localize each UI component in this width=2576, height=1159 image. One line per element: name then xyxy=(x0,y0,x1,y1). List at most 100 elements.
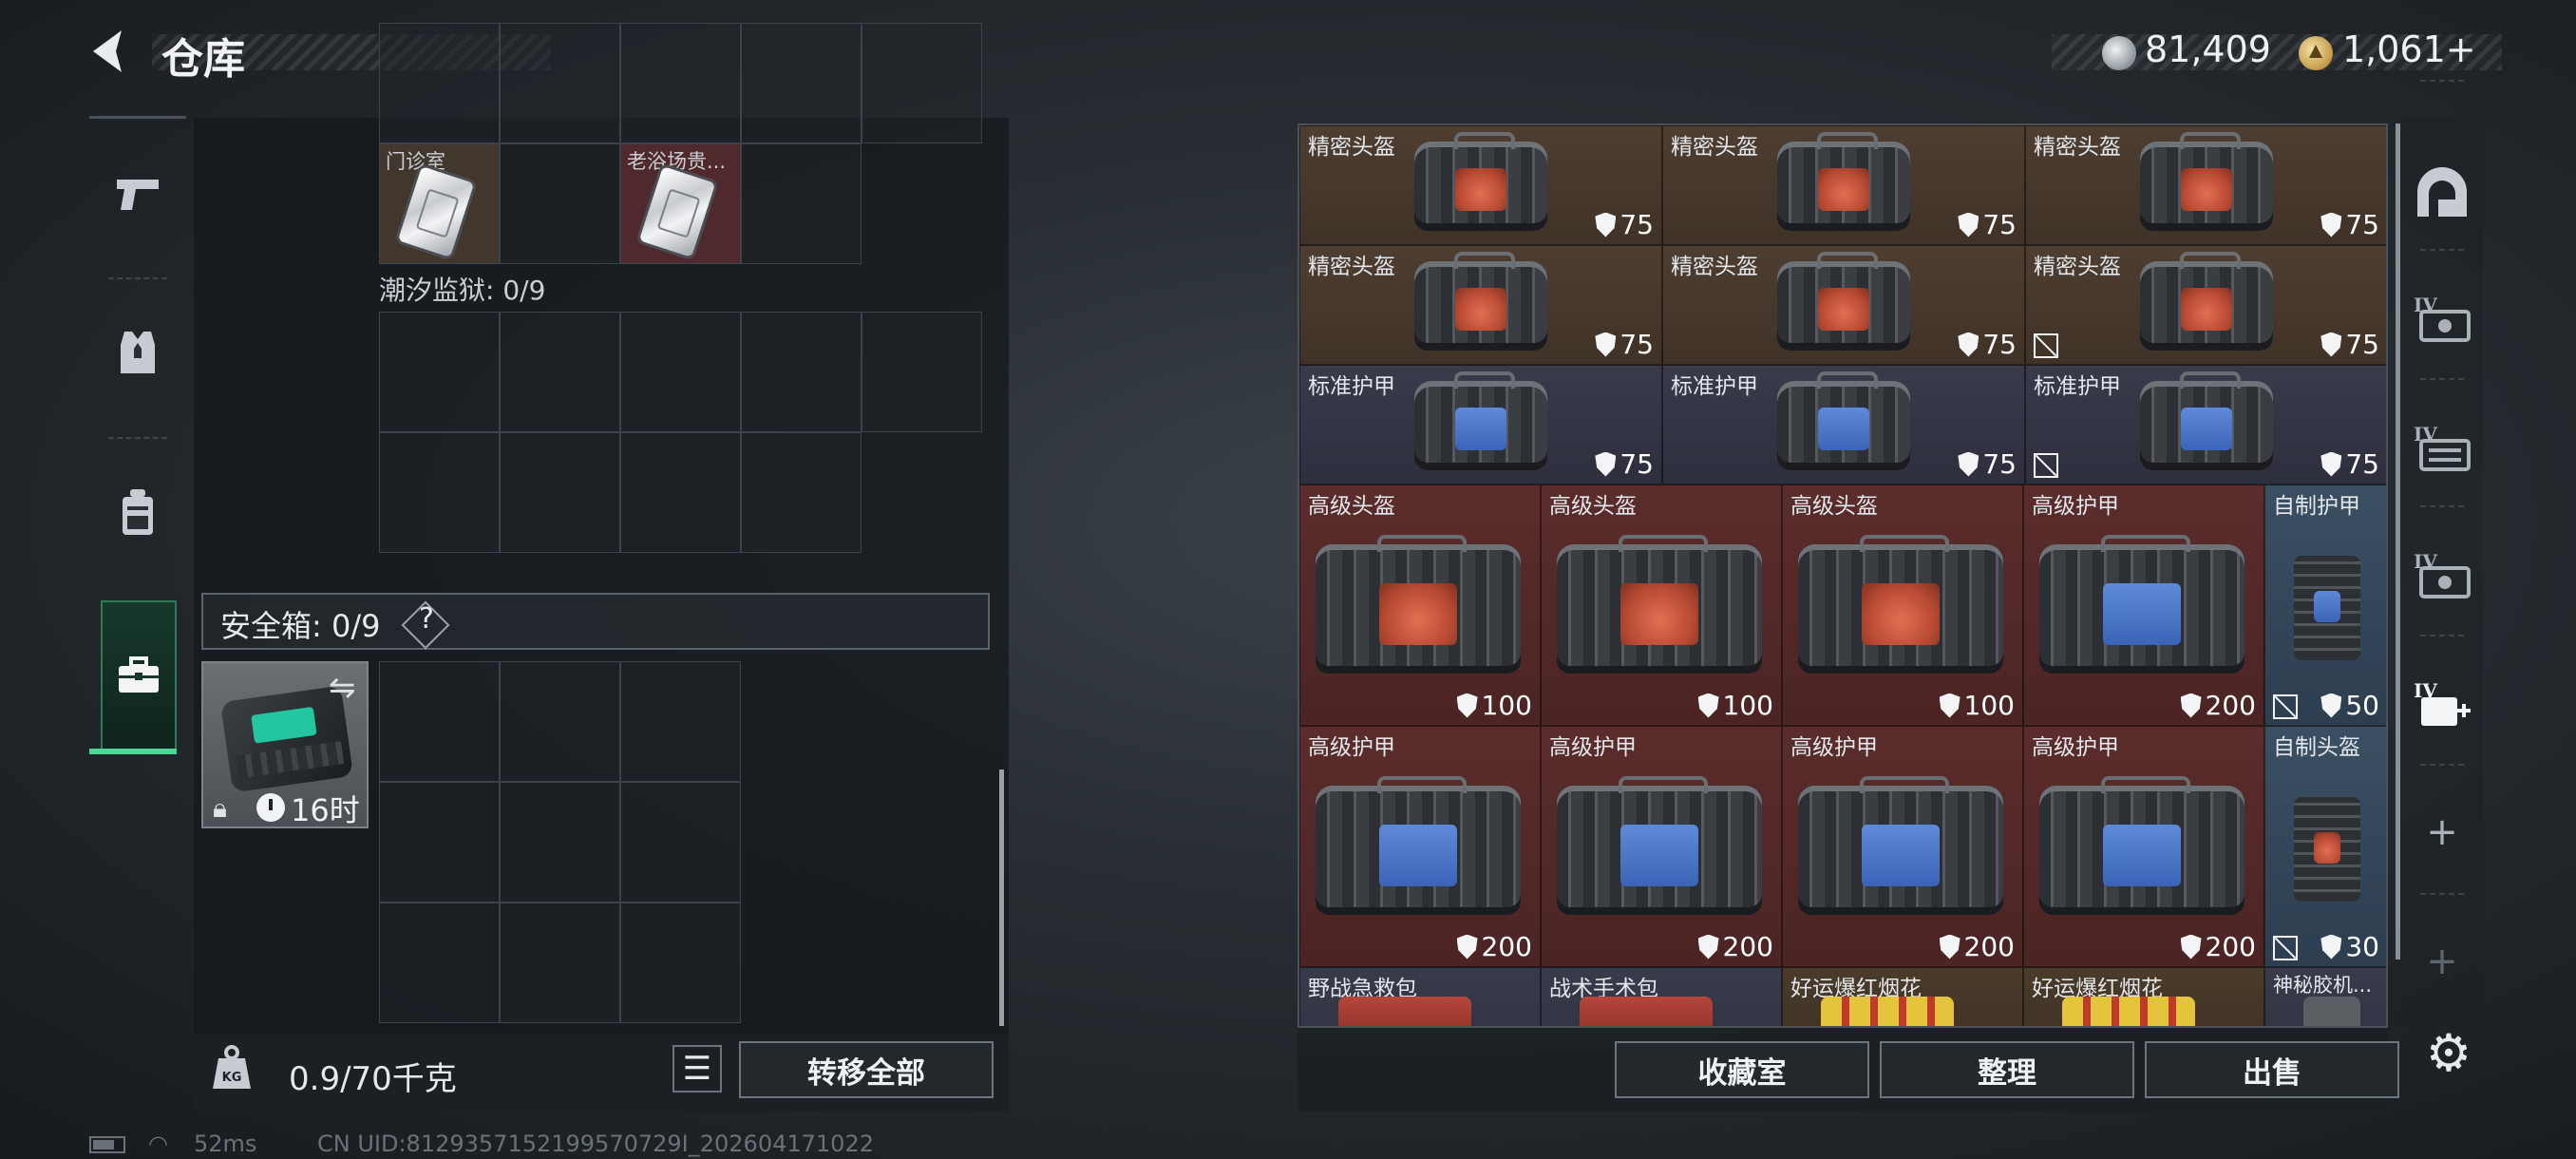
armor-bag-icon xyxy=(2140,371,2273,470)
inventory-item[interactable]: 高级头盔 100 xyxy=(1782,484,2023,726)
grid-cell[interactable] xyxy=(379,312,500,432)
tab-vault[interactable] xyxy=(2403,144,2481,239)
inventory-item[interactable]: 精密头盔 75 xyxy=(1299,245,1662,365)
grid-cell[interactable] xyxy=(862,23,982,143)
grid-cell[interactable] xyxy=(620,432,741,553)
item-name: 精密头盔 xyxy=(2034,255,2121,279)
no-repair-icon xyxy=(2273,694,2298,719)
inventory-item[interactable]: 高级护甲 200 xyxy=(1782,726,2023,967)
inventory-item[interactable]: 神秘胶机... xyxy=(2264,967,2386,1026)
grid-cell[interactable] xyxy=(741,23,862,143)
tab-weapons[interactable] xyxy=(89,122,186,264)
inventory-item[interactable]: 高级护甲 200 xyxy=(2023,726,2264,967)
tab-storage-iv-3[interactable]: IV xyxy=(2403,526,2481,621)
inventory-item[interactable]: 标准护甲 75 xyxy=(1662,365,2025,484)
inventory-item[interactable]: 自制护甲 50 xyxy=(2264,484,2386,726)
grid-cell[interactable] xyxy=(379,432,500,553)
inventory-item[interactable]: 好运爆红烟花 xyxy=(2023,967,2264,1026)
grid-cell[interactable] xyxy=(620,782,741,902)
grid-cell[interactable] xyxy=(379,23,500,143)
tab-storage-iv-1[interactable]: IV xyxy=(2403,270,2481,365)
inventory-item[interactable]: 标准护甲 75 xyxy=(2025,365,2386,484)
tab-add-storage[interactable]: + xyxy=(2403,914,2481,1009)
item-durability: 75 xyxy=(1958,209,2017,240)
vault-arch-icon xyxy=(2417,167,2467,217)
grid-cell[interactable] xyxy=(620,23,741,143)
inventory-item[interactable]: 精密头盔 75 xyxy=(2025,245,2386,365)
tab-storage-iv-2[interactable]: IV xyxy=(2403,399,2481,494)
item-slot-bathhouse-keycard[interactable]: 老浴场贵... xyxy=(620,143,741,264)
grid-cell[interactable] xyxy=(379,902,500,1023)
grid-cell[interactable] xyxy=(620,312,741,432)
inventory-item[interactable]: 战术手术包 xyxy=(1541,967,1782,1026)
safebox-item[interactable]: ⇋ 🔒︎ 16时 xyxy=(201,661,369,828)
grid-cell[interactable] xyxy=(620,661,741,782)
shield-icon xyxy=(1456,693,1478,718)
item-name: 自制头盔 xyxy=(2273,735,2360,760)
shield-icon xyxy=(2180,934,2202,960)
grid-cell[interactable] xyxy=(500,143,620,264)
grid-cell[interactable] xyxy=(500,23,620,143)
grid-cell[interactable] xyxy=(500,782,620,902)
keycard-icon xyxy=(638,166,716,257)
grid-cell[interactable] xyxy=(620,902,741,1023)
settings-button[interactable]: ⚙ xyxy=(2418,1022,2479,1083)
item-name: 高级护甲 xyxy=(2032,735,2119,760)
grid-cell[interactable] xyxy=(379,782,500,902)
back-button[interactable] xyxy=(84,25,137,78)
weight-kg-icon: KG xyxy=(211,1045,253,1091)
item-name: 标准护甲 xyxy=(2034,374,2121,399)
inventory-item[interactable]: 自制头盔 30 xyxy=(2264,726,2386,967)
inventory-item[interactable]: 好运爆红烟花 xyxy=(1782,967,2023,1026)
item-name: 精密头盔 xyxy=(1308,255,1395,279)
grid-cell[interactable] xyxy=(741,143,862,264)
inventory-item[interactable]: 精密头盔 75 xyxy=(1662,245,2025,365)
tab-add-storage[interactable]: + xyxy=(2403,785,2481,880)
grid-cell[interactable] xyxy=(500,661,620,782)
tab-armor[interactable] xyxy=(89,281,186,424)
swap-icon[interactable]: ⇋ xyxy=(329,669,356,707)
tab-backpack[interactable] xyxy=(89,441,186,583)
grid-cell[interactable] xyxy=(741,432,862,553)
gold-amount[interactable]: 1,061+ xyxy=(2342,28,2476,70)
item-name: 高级护甲 xyxy=(2032,494,2119,519)
inventory-item[interactable]: 高级护甲 200 xyxy=(1299,726,1541,967)
clock-icon xyxy=(256,793,285,822)
inventory-item[interactable]: 高级护甲 200 xyxy=(2023,484,2264,726)
inventory-item[interactable]: 精密头盔 75 xyxy=(1662,125,2025,245)
backpack-icon xyxy=(123,489,153,535)
grid-cell[interactable] xyxy=(500,432,620,553)
shield-icon xyxy=(1939,934,1960,960)
back-arrow-icon xyxy=(93,30,122,72)
tab-storage-iv-add[interactable]: IV xyxy=(2403,656,2481,750)
storage-scrollbar[interactable] xyxy=(999,770,1004,1026)
inventory-item[interactable]: 标准护甲 75 xyxy=(1299,365,1662,484)
item-slot-clinic-keycard[interactable]: 门诊室 xyxy=(379,143,500,264)
inventory-item[interactable]: 精密头盔 75 xyxy=(2025,125,2386,245)
grid-cell[interactable] xyxy=(379,661,500,782)
grid-cell[interactable] xyxy=(500,312,620,432)
tab-divider xyxy=(2420,505,2464,507)
organize-button[interactable]: 整理 xyxy=(1880,1041,2134,1098)
grid-cell[interactable] xyxy=(862,312,982,432)
grid-cell[interactable] xyxy=(500,902,620,1023)
grid-cell[interactable] xyxy=(741,312,862,432)
inventory-item[interactable]: 高级头盔 100 xyxy=(1541,484,1782,726)
sell-button[interactable]: 出售 xyxy=(2145,1041,2399,1098)
storage-panel[interactable]: 门诊室 老浴场贵... 潮汐监狱: 0/9 xyxy=(194,23,1009,1034)
inventory-item[interactable]: 精密头盔 75 xyxy=(1299,125,1662,245)
medkit-icon xyxy=(1338,997,1471,1026)
inventory-item[interactable]: 野战急救包 xyxy=(1299,967,1541,1026)
inventory-grid[interactable]: 精密头盔 75 精密头盔 75 精密头盔 75 精密头盔 75 精密头盔 75 … xyxy=(1297,124,2388,1028)
transfer-all-button[interactable]: 转移全部 xyxy=(739,1041,994,1098)
inventory-item[interactable]: 高级护甲 200 xyxy=(1541,726,1782,967)
inventory-scrollbar[interactable] xyxy=(2396,124,2400,960)
list-view-button[interactable]: ☰ xyxy=(672,1045,722,1092)
shield-icon xyxy=(1595,212,1617,238)
pistol-icon xyxy=(117,180,159,210)
inventory-item[interactable]: 高级头盔 100 xyxy=(1299,484,1541,726)
item-name: 神秘胶机... xyxy=(2273,974,2373,997)
tab-container[interactable] xyxy=(101,600,177,750)
collection-room-button[interactable]: 收藏室 xyxy=(1615,1041,1869,1098)
item-name: 高级护甲 xyxy=(1549,735,1637,760)
